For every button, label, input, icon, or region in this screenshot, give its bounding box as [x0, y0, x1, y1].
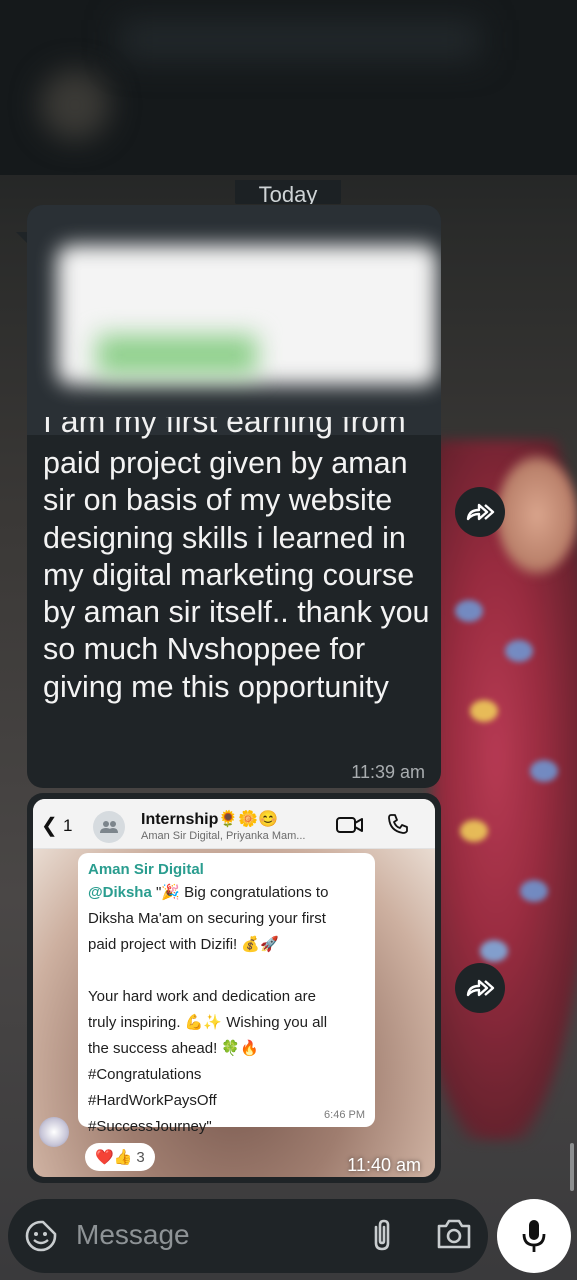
image-message-bubble[interactable]: ❮ 1 Internship🌻🌼😊 Aman Sir Digital, Priy… — [27, 793, 441, 1183]
back-chevron-icon: ❮ — [41, 815, 58, 837]
scrollbar[interactable] — [570, 1143, 574, 1191]
paperclip-icon[interactable] — [368, 1217, 396, 1253]
card-timestamp: 6:46 PM — [324, 1109, 365, 1121]
group-name: Internship🌻🌼😊 — [141, 811, 279, 828]
card-mention: @Diksha — [88, 884, 152, 901]
message-input[interactable]: Message — [76, 1219, 190, 1251]
message-bubble[interactable]: I am my first earning from paid project … — [27, 205, 441, 788]
group-avatar — [93, 811, 125, 843]
mic-button[interactable] — [497, 1199, 571, 1273]
forward-button-2[interactable] — [455, 963, 505, 1013]
screenshot-image[interactable]: ❮ 1 Internship🌻🌼😊 Aman Sir Digital, Priy… — [33, 799, 435, 1177]
chat-header-blurred — [0, 0, 577, 175]
contact-avatar[interactable] — [40, 70, 110, 140]
group-icon — [100, 821, 118, 833]
screenshot-group-header: ❮ 1 Internship🌻🌼😊 Aman Sir Digital, Priy… — [33, 799, 435, 849]
contact-name-blurred — [120, 20, 480, 60]
date-separator: Today — [235, 180, 341, 204]
blurred-media-preview[interactable] — [27, 205, 441, 435]
camera-icon[interactable] — [436, 1217, 472, 1251]
video-call-icon — [336, 817, 363, 833]
back-count: 1 — [63, 816, 73, 835]
reactions-pill: ❤️👍 3 — [85, 1143, 155, 1171]
forward-button[interactable] — [455, 487, 505, 537]
reaction-emojis: ❤️👍 — [95, 1149, 133, 1166]
group-members: Aman Sir Digital, Priyanka Mam... — [141, 830, 306, 842]
forward-icon — [466, 979, 495, 997]
mic-icon — [522, 1220, 546, 1252]
message-composer[interactable]: Message — [8, 1199, 488, 1273]
sticker-icon[interactable] — [24, 1219, 58, 1253]
quoted-message-card: Aman Sir Digital @Diksha "🎉 Big congratu… — [78, 853, 375, 1135]
message-text: paid project given by aman sir on basis … — [43, 446, 430, 704]
phone-call-icon — [388, 814, 408, 834]
image-message-timestamp: 11:40 am — [347, 1155, 421, 1175]
card-sender: Aman Sir Digital — [88, 861, 204, 878]
sender-avatar — [39, 1117, 69, 1147]
card-body: @Diksha "🎉 Big congratulations to Diksha… — [88, 884, 329, 1135]
forward-icon — [466, 503, 495, 521]
message-cut-line: I am my first earning from — [43, 417, 406, 439]
reaction-count: 3 — [136, 1148, 145, 1166]
message-timestamp: 11:39 am — [351, 762, 425, 782]
